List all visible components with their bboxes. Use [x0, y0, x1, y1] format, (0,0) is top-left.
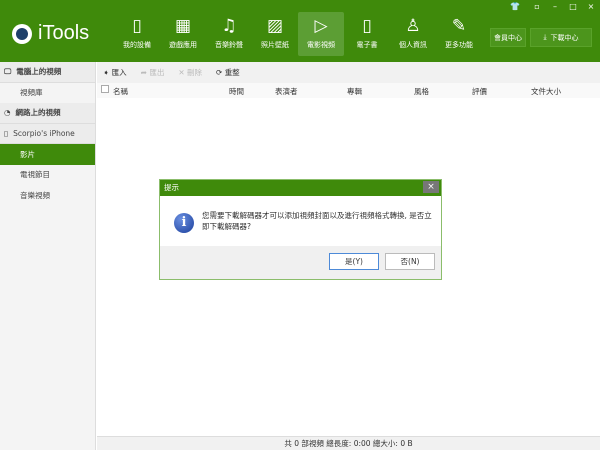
mini-mode-icon[interactable]: ▫ [530, 2, 544, 11]
download-icon: ⤓ [543, 33, 547, 41]
import-button[interactable]: ➧ 匯入 [103, 67, 127, 78]
group-label: 電腦上的視頻 [16, 67, 62, 77]
phone-icon: ▯ [132, 16, 142, 36]
sidebar-item-video-library[interactable]: 視頻庫 [0, 83, 95, 104]
logo: iTools [12, 22, 89, 45]
book-icon: ▯ [362, 16, 372, 36]
nav-phone[interactable]: ▯ 我的設備 [114, 12, 160, 56]
monitor-icon: 🖵 [4, 66, 12, 76]
no-button[interactable]: 否(N) [385, 253, 435, 270]
close-icon[interactable]: × [584, 2, 598, 11]
globe-icon: ◔ [4, 108, 11, 118]
member-center-label: 會員中心 [494, 33, 522, 42]
sidebar-item-movies[interactable]: 影片 [0, 144, 95, 165]
play-icon: ▷ [314, 16, 328, 36]
column-artist[interactable]: 表演者 [275, 86, 298, 97]
photo-icon: ▨ [266, 16, 284, 36]
music-icon: ♫ [221, 16, 237, 36]
nav-label: 我的設備 [123, 41, 151, 49]
minimize-icon[interactable]: – [548, 2, 562, 11]
column-rating[interactable]: 評價 [472, 86, 487, 97]
group-label: 網路上的視頻 [15, 108, 61, 118]
yes-button[interactable]: 是(Y) [329, 253, 379, 270]
column-time[interactable]: 時間 [229, 86, 244, 97]
nav-photo[interactable]: ▨ 照片壁紙 [252, 12, 298, 56]
nav-apps[interactable]: ▦ 遊戲應用 [160, 12, 206, 56]
sidebar-item-tv-shows[interactable]: 電視節目 [0, 165, 95, 186]
select-all-checkbox[interactable] [101, 85, 109, 93]
delete-button[interactable]: ✕ 刪除 [178, 67, 202, 78]
table-header: 名稱 時間 表演者 專輯 風格 評價 文件大小 [97, 83, 600, 98]
nav-label: 音樂鈴聲 [215, 41, 243, 49]
skin-icon[interactable]: 👕 [508, 2, 522, 11]
sidebar-group-online-videos[interactable]: ◔ 網路上的視頻 [0, 103, 95, 124]
refresh-label: 重整 [224, 68, 240, 77]
column-genre[interactable]: 風格 [414, 86, 429, 97]
nav-label: 遊戲應用 [169, 41, 197, 49]
toolbar: ➧ 匯入 ➦ 匯出 ✕ 刪除 ⟳ 重整 [97, 62, 600, 83]
column-name[interactable]: 名稱 [113, 86, 128, 97]
download-center-button[interactable]: ⤓ 下載中心 [530, 28, 592, 47]
dialog-title: 提示 [164, 183, 179, 192]
person-icon: ♙ [405, 16, 421, 36]
wrench-icon: ✎ [451, 16, 467, 36]
header: iTools ▯ 我的設備 ▦ 遊戲應用 ♫ 音樂鈴聲 ▨ 照片壁紙 ▷ 電影視頻 ▯ 電子書 ♙ 個人資… [0, 0, 600, 62]
nav-label: 電影視頻 [307, 41, 335, 49]
dialog-footer: 是(Y) 否(N) [160, 246, 441, 279]
logo-icon [12, 23, 32, 44]
sidebar-group-device[interactable]: ▯ Scorpio's iPhone [0, 123, 95, 144]
import-label: 匯入 [111, 68, 127, 77]
apps-icon: ▦ [174, 16, 192, 36]
app-title: iTools [38, 22, 90, 44]
info-icon: i [174, 213, 194, 233]
nav-wrench[interactable]: ✎ 更多功能 [436, 12, 482, 56]
sidebar: 🖵 電腦上的視頻 視頻庫 ◔ 網路上的視頻 ▯ Scorpio's iPhone 影片… [0, 62, 96, 450]
refresh-button[interactable]: ⟳ 重整 [216, 67, 240, 78]
status-bar: 共 0 部視頻 總長度: 0:00 總大小: 0 B [97, 436, 600, 450]
nav-label: 照片壁紙 [261, 41, 289, 49]
phone-icon: ▯ [4, 128, 9, 138]
dialog-title-bar: 提示 × [160, 180, 441, 196]
group-label: Scorpio's iPhone [13, 128, 75, 138]
dialog-close-icon[interactable]: × [423, 181, 439, 193]
nav-label: 個人資訊 [399, 41, 427, 49]
delete-label: 刪除 [187, 68, 203, 77]
nav-person[interactable]: ♙ 個人資訊 [390, 12, 436, 56]
column-file-size[interactable]: 文件大小 [531, 86, 561, 97]
member-center-button[interactable]: 會員中心 [490, 28, 526, 47]
nav-book[interactable]: ▯ 電子書 [344, 12, 390, 56]
download-center-label: 下載中心 [550, 33, 579, 42]
nav-label: 電子書 [356, 41, 378, 49]
maximize-icon[interactable]: □ [566, 2, 580, 11]
nav-label: 更多功能 [445, 41, 473, 49]
column-album[interactable]: 專輯 [347, 86, 362, 97]
dialog-message: 您需要下載解碼器才可以添加視頻封面以及進行視頻格式轉換, 是否立即下載解碼器? [202, 211, 432, 231]
export-label: 匯出 [149, 68, 165, 77]
nav-play[interactable]: ▷ 電影視頻 [298, 12, 344, 56]
export-button[interactable]: ➦ 匯出 [141, 67, 165, 78]
sidebar-group-computer-videos[interactable]: 🖵 電腦上的視頻 [0, 62, 95, 83]
prompt-dialog: 提示 × i 您需要下載解碼器才可以添加視頻封面以及進行視頻格式轉換, 是否立即下… [159, 179, 442, 280]
sidebar-item-music-videos[interactable]: 音樂視頻 [0, 185, 95, 206]
nav-music[interactable]: ♫ 音樂鈴聲 [206, 12, 252, 56]
